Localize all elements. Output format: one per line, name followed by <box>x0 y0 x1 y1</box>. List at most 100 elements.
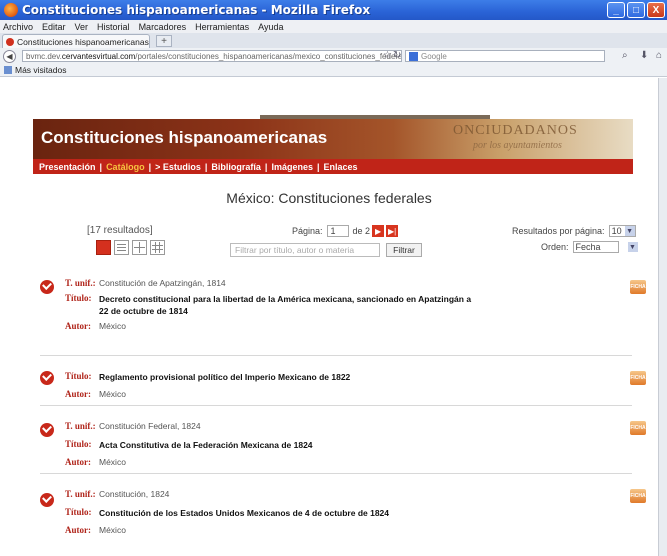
home-icon[interactable]: ⌂ <box>656 50 662 61</box>
menu-ver[interactable]: Ver <box>75 22 89 32</box>
favicon-icon <box>6 37 14 46</box>
title-label: Título: <box>65 439 92 449</box>
tab-constituciones[interactable]: Constituciones hispanoamericanas <box>2 34 150 48</box>
close-button[interactable]: X <box>647 2 665 18</box>
page-of: de 2 <box>352 226 371 236</box>
author-value: México <box>99 321 126 331</box>
per-page: Resultados por página: 10 ▼ <box>512 225 636 237</box>
author-label: Autor: <box>65 389 91 399</box>
tab-label: Constituciones hispanoamericanas <box>17 36 149 47</box>
maximize-button[interactable]: □ <box>627 2 645 18</box>
check-icon <box>40 423 54 437</box>
unif-label: T. unif.: <box>65 421 96 431</box>
chevron-down-icon: ▼ <box>624 226 635 236</box>
url-host: cervantesvirtual.com <box>61 51 136 61</box>
grid-view-icon[interactable] <box>132 240 147 255</box>
bookmark-star-icon[interactable]: ☆ <box>383 50 392 61</box>
url-path: /portales/constituciones_hispanoamerican… <box>135 51 402 61</box>
search-icon[interactable]: ⌕ <box>622 50 628 61</box>
ficha-icon[interactable]: FICHA <box>630 421 646 435</box>
nav-imagenes[interactable]: Imágenes <box>271 162 313 172</box>
per-page-select[interactable]: 10 ▼ <box>608 225 636 237</box>
results-count: [17 resultados] <box>87 225 153 236</box>
navigation-bar: ◀ bvmc.dev. cervantesvirtual.com/portales… <box>0 48 667 64</box>
unif-value: Constitución Federal, 1824 <box>99 421 201 431</box>
search-placeholder: Google <box>421 51 447 61</box>
nav-estudios[interactable]: > Estudios <box>155 162 201 172</box>
ficha-icon[interactable]: FICHA <box>630 371 646 385</box>
site-nav: Presentación | Catálogo | > Estudios | B… <box>33 159 633 174</box>
page-content: Constituciones hispanoamericanas ONCIUDA… <box>0 78 658 556</box>
reload-icon[interactable]: ↻ <box>393 50 401 61</box>
firefox-logo-icon <box>4 3 18 17</box>
divider <box>40 473 632 474</box>
filter-input[interactable]: Filtrar por título, autor o materia <box>230 243 380 257</box>
bookmark-mas-visitados[interactable]: Más visitados <box>15 65 67 75</box>
tab-strip: Constituciones hispanoamericanas + <box>0 33 667 48</box>
view-toggle <box>96 240 168 255</box>
back-button[interactable]: ◀ <box>3 49 16 63</box>
menu-marcadores[interactable]: Marcadores <box>139 22 187 32</box>
menu-archivo[interactable]: Archivo <box>3 22 33 32</box>
new-tab-button[interactable]: + <box>156 35 172 47</box>
title-label: Título: <box>65 293 92 303</box>
filter-button[interactable]: Filtrar <box>386 243 422 257</box>
order: Orden: Fecha ▼ <box>541 241 638 253</box>
page-title: México: Constituciones federales <box>226 190 432 206</box>
nav-enlaces[interactable]: Enlaces <box>324 162 358 172</box>
menu-bar: Archivo Editar Ver Historial Marcadores … <box>0 20 667 33</box>
download-icon[interactable]: ⬇ <box>640 50 648 61</box>
banner-decoration-sub: por los ayuntamientos <box>473 140 562 151</box>
order-label: Orden: <box>541 242 569 252</box>
unif-label: T. unif.: <box>65 278 96 288</box>
chevron-down-icon[interactable]: ▼ <box>627 242 638 252</box>
per-page-label: Resultados por página: <box>512 226 605 236</box>
check-icon <box>40 280 54 294</box>
author-value: México <box>99 389 126 399</box>
url-bar[interactable]: bvmc.dev. cervantesvirtual.com/portales/c… <box>22 50 402 62</box>
last-page-icon[interactable]: ▶| <box>386 225 399 237</box>
table-view-icon[interactable] <box>150 240 165 255</box>
vertical-scrollbar[interactable] <box>658 78 667 556</box>
menu-editar[interactable]: Editar <box>42 22 66 32</box>
page-input[interactable]: 1 <box>326 225 349 237</box>
google-icon <box>409 51 418 61</box>
list-view-icon[interactable] <box>96 240 111 255</box>
pager: Página: 1 de 2 ▶ ▶| <box>292 225 399 237</box>
check-icon <box>40 371 54 385</box>
title-link[interactable]: Constitución de los Estados Unidos Mexic… <box>99 507 479 519</box>
ficha-icon[interactable]: FICHA <box>630 489 646 503</box>
banner-title[interactable]: Constituciones hispanoamericanas <box>41 128 327 148</box>
nav-bibliografia[interactable]: Bibliografía <box>211 162 261 172</box>
page-label: Página: <box>292 226 323 236</box>
unif-label: T. unif.: <box>65 489 96 499</box>
banner-decoration: ONCIUDADANOS <box>453 123 578 138</box>
menu-historial[interactable]: Historial <box>97 22 130 32</box>
title-label: Título: <box>65 371 92 381</box>
site-banner: Constituciones hispanoamericanas ONCIUDA… <box>33 119 633 159</box>
nav-presentacion[interactable]: Presentación <box>39 162 96 172</box>
author-label: Autor: <box>65 457 91 467</box>
unif-value: Constitución, 1824 <box>99 489 170 499</box>
menu-herramientas[interactable]: Herramientas <box>195 22 249 32</box>
title-bar: Constituciones hispanoamericanas - Mozil… <box>0 0 667 20</box>
divider <box>40 405 632 406</box>
window-title: Constituciones hispanoamericanas - Mozil… <box>22 3 371 17</box>
order-select[interactable]: Fecha <box>572 241 619 253</box>
detail-view-icon[interactable] <box>114 240 129 255</box>
divider <box>40 355 632 356</box>
menu-ayuda[interactable]: Ayuda <box>258 22 283 32</box>
nav-catalogo[interactable]: Catálogo <box>106 162 145 172</box>
title-link[interactable]: Acta Constitutiva de la Federación Mexic… <box>99 439 479 451</box>
title-label: Título: <box>65 507 92 517</box>
ficha-icon[interactable]: FICHA <box>630 280 646 294</box>
author-value: México <box>99 457 126 467</box>
author-value: México <box>99 525 126 535</box>
minimize-button[interactable]: _ <box>607 2 625 18</box>
order-value: Fecha <box>575 242 601 252</box>
title-link[interactable]: Reglamento provisional político del Impe… <box>99 371 479 383</box>
search-bar[interactable]: Google <box>405 50 605 62</box>
next-page-icon[interactable]: ▶ <box>372 225 385 237</box>
title-link[interactable]: Decreto constitucional para la libertad … <box>99 293 479 317</box>
unif-value: Constitución de Apatzingán, 1814 <box>99 278 226 288</box>
